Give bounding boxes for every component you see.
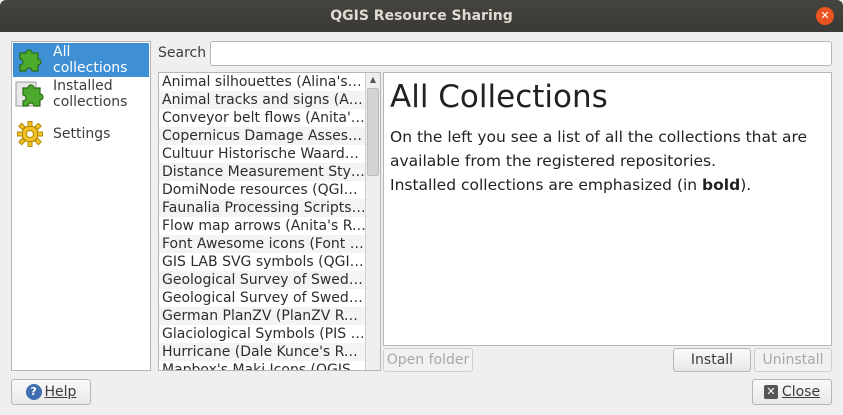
gear-icon <box>13 117 47 151</box>
list-item[interactable]: Faunalia Processing Scripts (Faunalia) <box>159 199 366 217</box>
close-button[interactable]: ✕ Close <box>752 379 832 405</box>
collection-details-panel: All Collections On the left you see a li… <box>383 72 832 346</box>
list-item[interactable]: Conveyor belt flows (Anita's Symbols) <box>159 109 366 127</box>
details-text: On the left you see a list of all the co… <box>390 125 825 197</box>
sidebar-item-label: Installed collections <box>53 78 128 110</box>
list-item[interactable]: Cultuur Historische Waarde (Cultuur) <box>159 145 366 163</box>
help-label: Help <box>44 384 77 400</box>
window-title: QGIS Resource Sharing <box>330 8 513 24</box>
search-label: Search <box>158 45 207 61</box>
help-icon: ? <box>25 384 42 400</box>
scroll-up-icon[interactable]: ▲ <box>366 73 380 87</box>
sidebar-item-settings[interactable]: Settings <box>13 117 149 151</box>
dialog-body: All collections Installed collections Se… <box>0 32 843 415</box>
details-line-2-bold: bold <box>702 176 741 194</box>
window-close-icon[interactable]: ✕ <box>816 7 834 25</box>
uninstall-label: Uninstall <box>762 352 824 368</box>
details-line-2-suffix: ). <box>740 176 752 194</box>
list-item[interactable]: Animal tracks and signs (Alina's Symbols… <box>159 91 366 109</box>
puzzle-piece-icon <box>13 43 47 77</box>
sidebar-item-label: Settings <box>53 126 111 142</box>
list-item[interactable]: Font Awesome icons (Font Awesome) <box>159 235 366 253</box>
install-button[interactable]: Install <box>673 348 751 372</box>
list-item[interactable]: Geological Survey of Sweden (SGU) <box>159 289 366 307</box>
help-button[interactable]: ? Help <box>11 379 91 405</box>
scrollbar-thumb[interactable] <box>367 88 379 176</box>
close-icon: ✕ <box>763 385 778 399</box>
list-item[interactable]: Glaciological Symbols (PIS Repository) <box>159 325 366 343</box>
collections-list[interactable]: Animal silhouettes (Alina's Symbols)Anim… <box>158 72 381 371</box>
list-item[interactable]: Geological Survey of Sweden (SGU) <box>159 271 366 289</box>
window-titlebar: QGIS Resource Sharing ✕ <box>0 0 843 32</box>
sidebar-item-installed-collections[interactable]: Installed collections <box>13 77 149 111</box>
sidebar-item-label: All collections <box>53 44 128 76</box>
list-item[interactable]: Flow map arrows (Anita's Repository) <box>159 217 366 235</box>
list-item[interactable]: GIS LAB SVG symbols (QGIS Repository) <box>159 253 366 271</box>
list-item[interactable]: Animal silhouettes (Alina's Symbols) <box>159 73 366 91</box>
list-item[interactable]: Mapbox's Maki Icons (QGIS Repository) <box>159 361 366 370</box>
search-input[interactable] <box>210 41 832 66</box>
list-item[interactable]: Copernicus Damage Assessment (Copernicus… <box>159 127 366 145</box>
list-item[interactable]: German PlanZV (PlanZV Repository) <box>159 307 366 325</box>
list-item[interactable]: Distance Measurement Styles (QGIS) <box>159 163 366 181</box>
sidebar-item-all-collections[interactable]: All collections <box>13 43 149 77</box>
collections-list-items: Animal silhouettes (Alina's Symbols)Anim… <box>159 73 366 370</box>
details-line-1: On the left you see a list of all the co… <box>390 128 808 170</box>
details-line-2-prefix: Installed collections are emphasized (in <box>390 176 703 194</box>
install-label: Install <box>690 352 734 368</box>
list-scrollbar[interactable]: ▲ <box>365 73 380 370</box>
uninstall-button[interactable]: Uninstall <box>754 348 832 372</box>
details-heading: All Collections <box>390 79 608 115</box>
close-label: Close <box>781 384 821 400</box>
puzzle-installed-icon <box>13 77 47 111</box>
list-item[interactable]: DomiNode resources (QGIS Repository) <box>159 181 366 199</box>
open-folder-label: Open folder <box>386 352 470 368</box>
sidebar: All collections Installed collections Se… <box>11 41 151 371</box>
list-item[interactable]: Hurricane (Dale Kunce's Repository) <box>159 343 366 361</box>
open-folder-button[interactable]: Open folder <box>383 348 473 372</box>
